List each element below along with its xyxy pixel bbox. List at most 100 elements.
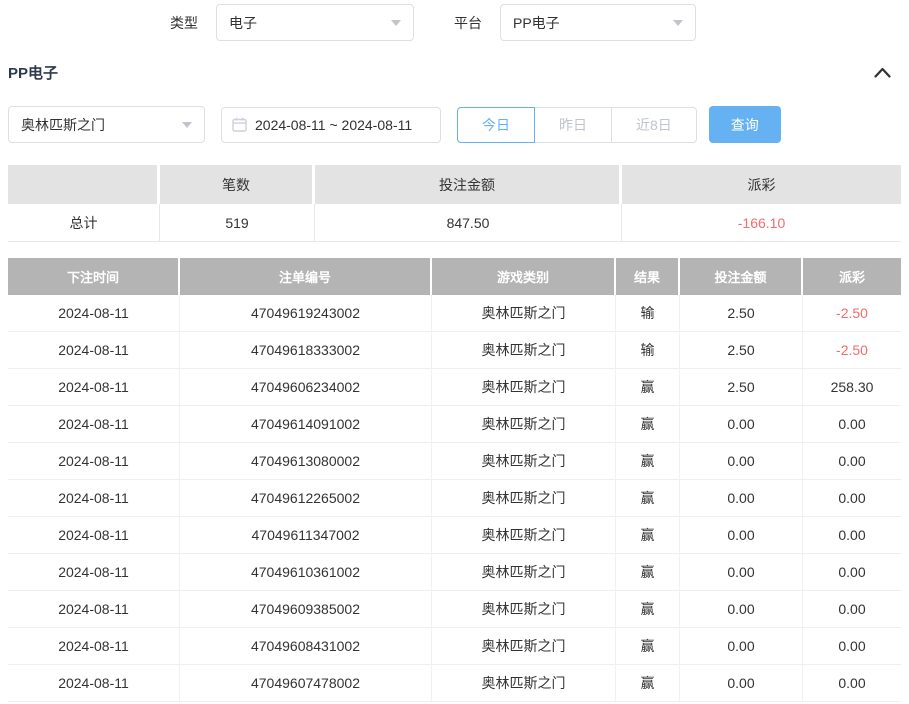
cell-result: 输 xyxy=(616,295,680,332)
cell-bet-amount: 2.50 xyxy=(680,295,803,332)
table-row: 2024-08-11 47049607478002 奥林匹斯之门 赢 0.00 … xyxy=(8,665,901,702)
cell-bet-id: 47049606234002 xyxy=(180,369,432,406)
cell-bet-id: 47049619243002 xyxy=(180,295,432,332)
cell-game-type: 奥林匹斯之门 xyxy=(432,369,616,406)
summary-header-row: 笔数 投注金额 派彩 xyxy=(8,165,901,204)
table-row: 2024-08-11 47049611347002 奥林匹斯之门 赢 0.00 … xyxy=(8,517,901,554)
chevron-down-icon xyxy=(182,122,192,128)
date-range-value: 2024-08-11 ~ 2024-08-11 xyxy=(255,117,412,133)
cell-result: 赢 xyxy=(616,591,680,628)
detail-col-game-type: 游戏类别 xyxy=(432,258,616,295)
detail-col-bet-id: 注单编号 xyxy=(180,258,432,295)
cell-game-type: 奥林匹斯之门 xyxy=(432,332,616,369)
cell-payout: 0.00 xyxy=(803,628,901,665)
cell-bet-amount: 0.00 xyxy=(680,554,803,591)
cell-bet-time: 2024-08-11 xyxy=(8,554,180,591)
cell-result: 赢 xyxy=(616,480,680,517)
table-row: 2024-08-11 47049610361002 奥林匹斯之门 赢 0.00 … xyxy=(8,554,901,591)
type-select-value: 电子 xyxy=(229,13,257,33)
cell-bet-time: 2024-08-11 xyxy=(8,443,180,480)
cell-game-type: 奥林匹斯之门 xyxy=(432,591,616,628)
detail-col-bet-amount: 投注金额 xyxy=(680,258,803,295)
section-header: PP电子 xyxy=(8,62,893,83)
table-row: 2024-08-11 47049608431002 奥林匹斯之门 赢 0.00 … xyxy=(8,628,901,665)
cell-game-type: 奥林匹斯之门 xyxy=(432,406,616,443)
yesterday-button[interactable]: 昨日 xyxy=(534,107,612,143)
cell-game-type: 奥林匹斯之门 xyxy=(432,480,616,517)
detail-col-bet-time: 下注时间 xyxy=(8,258,180,295)
search-button[interactable]: 查询 xyxy=(709,106,781,143)
cell-bet-id: 47049618333002 xyxy=(180,332,432,369)
cell-bet-time: 2024-08-11 xyxy=(8,295,180,332)
game-select-value: 奥林匹斯之门 xyxy=(21,115,105,135)
cell-payout: 0.00 xyxy=(803,443,901,480)
quick-filter-group: 今日 昨日 近8日 xyxy=(457,107,697,143)
cell-result: 输 xyxy=(616,332,680,369)
cell-bet-id: 47049611347002 xyxy=(180,517,432,554)
collapse-button[interactable] xyxy=(872,65,893,80)
section-title: PP电子 xyxy=(8,62,58,83)
type-select[interactable]: 电子 xyxy=(216,4,414,41)
summary-total-label: 总计 xyxy=(8,204,160,242)
table-row: 2024-08-11 47049614091002 奥林匹斯之门 赢 0.00 … xyxy=(8,406,901,443)
summary-table: 笔数 投注金额 派彩 总计 519 847.50 -166.10 xyxy=(8,165,901,242)
table-row: 2024-08-11 47049613080002 奥林匹斯之门 赢 0.00 … xyxy=(8,443,901,480)
summary-payout-value: -166.10 xyxy=(622,204,901,242)
cell-payout: -2.50 xyxy=(803,295,901,332)
cell-bet-time: 2024-08-11 xyxy=(8,480,180,517)
cell-result: 赢 xyxy=(616,406,680,443)
cell-bet-amount: 2.50 xyxy=(680,369,803,406)
cell-result: 赢 xyxy=(616,665,680,702)
cell-bet-id: 47049613080002 xyxy=(180,443,432,480)
cell-payout: 258.30 xyxy=(803,369,901,406)
cell-bet-time: 2024-08-11 xyxy=(8,517,180,554)
summary-col-bet-amount: 投注金额 xyxy=(315,165,622,204)
page: 类型 电子 平台 PP电子 PP电子 奥林匹斯之门 xyxy=(0,0,909,704)
cell-bet-id: 47049607478002 xyxy=(180,665,432,702)
cell-bet-amount: 0.00 xyxy=(680,517,803,554)
cell-payout: 0.00 xyxy=(803,665,901,702)
top-filter-row: 类型 电子 平台 PP电子 xyxy=(170,4,696,41)
calendar-icon xyxy=(232,117,247,132)
detail-table-body: 2024-08-11 47049619243002 奥林匹斯之门 输 2.50 … xyxy=(8,295,901,702)
cell-bet-id: 47049608431002 xyxy=(180,628,432,665)
cell-payout: 0.00 xyxy=(803,480,901,517)
cell-bet-amount: 2.50 xyxy=(680,332,803,369)
cell-payout: 0.00 xyxy=(803,517,901,554)
cell-bet-amount: 0.00 xyxy=(680,628,803,665)
cell-game-type: 奥林匹斯之门 xyxy=(432,295,616,332)
summary-col-empty xyxy=(8,165,160,204)
cell-bet-amount: 0.00 xyxy=(680,480,803,517)
cell-bet-id: 47049614091002 xyxy=(180,406,432,443)
chevron-up-icon xyxy=(874,67,891,78)
date-range-input[interactable]: 2024-08-11 ~ 2024-08-11 xyxy=(221,107,441,143)
platform-select-value: PP电子 xyxy=(513,13,560,33)
cell-game-type: 奥林匹斯之门 xyxy=(432,517,616,554)
summary-bet-amount-value: 847.50 xyxy=(315,204,622,242)
table-row: 2024-08-11 47049619243002 奥林匹斯之门 输 2.50 … xyxy=(8,295,901,332)
cell-bet-id: 47049610361002 xyxy=(180,554,432,591)
cell-bet-time: 2024-08-11 xyxy=(8,369,180,406)
cell-bet-time: 2024-08-11 xyxy=(8,665,180,702)
game-select[interactable]: 奥林匹斯之门 xyxy=(8,106,205,143)
chevron-down-icon xyxy=(673,20,683,26)
detail-col-result: 结果 xyxy=(616,258,680,295)
last-8-days-button[interactable]: 近8日 xyxy=(611,107,697,143)
summary-col-count: 笔数 xyxy=(160,165,315,204)
cell-payout: 0.00 xyxy=(803,591,901,628)
summary-col-payout: 派彩 xyxy=(622,165,901,204)
cell-bet-amount: 0.00 xyxy=(680,406,803,443)
cell-result: 赢 xyxy=(616,628,680,665)
cell-payout: 0.00 xyxy=(803,554,901,591)
platform-select[interactable]: PP电子 xyxy=(500,4,696,41)
detail-table: 下注时间 注单编号 游戏类别 结果 投注金额 派彩 2024-08-11 470… xyxy=(8,258,901,702)
cell-game-type: 奥林匹斯之门 xyxy=(432,443,616,480)
cell-bet-time: 2024-08-11 xyxy=(8,628,180,665)
cell-game-type: 奥林匹斯之门 xyxy=(432,628,616,665)
cell-result: 赢 xyxy=(616,443,680,480)
cell-payout: 0.00 xyxy=(803,406,901,443)
today-button[interactable]: 今日 xyxy=(457,107,535,143)
cell-bet-time: 2024-08-11 xyxy=(8,332,180,369)
table-row: 2024-08-11 47049609385002 奥林匹斯之门 赢 0.00 … xyxy=(8,591,901,628)
cell-bet-amount: 0.00 xyxy=(680,591,803,628)
